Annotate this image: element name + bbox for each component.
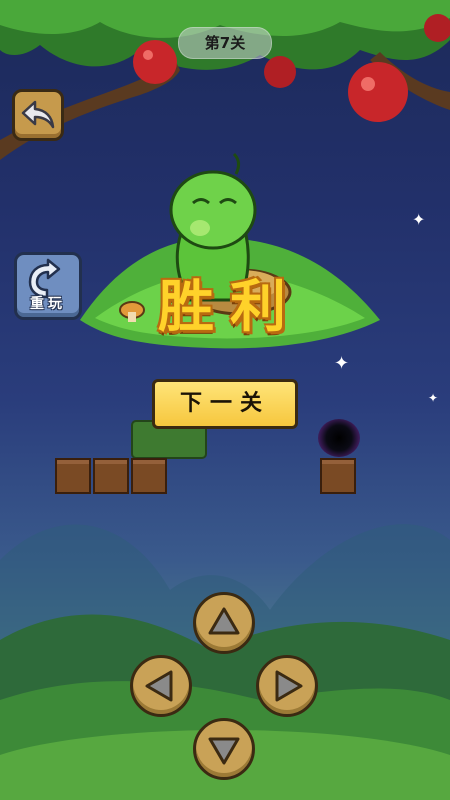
sparkle-icon: ✦ (428, 391, 439, 405)
dirt-block (55, 458, 91, 494)
dirt-block (93, 458, 129, 494)
back-arrow-icon (21, 100, 55, 129)
restart-button[interactable]: 重玩 (14, 252, 82, 320)
back-button[interactable] (12, 89, 64, 141)
down-arrow-icon (208, 737, 240, 765)
dpad-right-button[interactable] (256, 655, 318, 717)
next-level-button[interactable]: 下一关 (152, 379, 298, 429)
victory-title: 胜利 (158, 275, 302, 340)
dirt-block (320, 458, 356, 494)
dirt-block (131, 458, 167, 494)
sparkle-icon: ✦ (412, 210, 426, 229)
dpad-up-button[interactable] (193, 592, 255, 654)
game-scene: 第7关 重玩 胜利 下一关 ✦ ✦ ✦ (0, 0, 450, 800)
right-arrow-icon (275, 670, 303, 702)
dpad-left-button[interactable] (130, 655, 192, 717)
black-hole-portal (318, 419, 360, 457)
level-indicator: 第7关 (178, 27, 272, 59)
left-arrow-icon (145, 670, 173, 702)
dpad-down-button[interactable] (193, 718, 255, 780)
restart-label: 重玩 (30, 296, 66, 312)
sparkle-icon: ✦ (334, 353, 350, 374)
up-arrow-icon (208, 607, 240, 635)
